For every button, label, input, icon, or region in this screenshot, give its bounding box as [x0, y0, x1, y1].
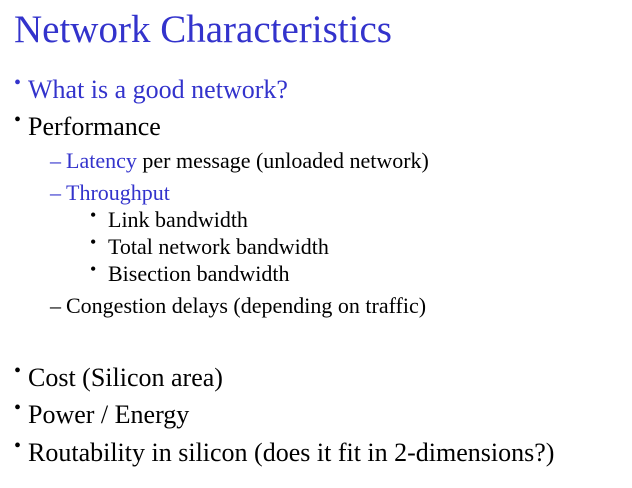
sub-item-text: Congestion delays (depending on traffic) [66, 293, 427, 318]
sub-sub-item-text: Total network bandwidth [108, 234, 329, 259]
bullet-text: What is a good network? [28, 75, 288, 104]
sub-sub-item-text: Link bandwidth [108, 207, 248, 232]
sub-sub-item-bisection-bandwidth: • Bisection bandwidth [90, 259, 290, 287]
sub-item-highlight: Latency [66, 148, 137, 173]
bullet-text: Cost (Silicon area) [28, 363, 223, 392]
bullet-text: Routability in silicon (does it fit in 2… [28, 438, 555, 467]
sub-sub-item-text: Bisection bandwidth [108, 261, 290, 286]
bullet-routability: • Routability in silicon (does it fit in … [14, 435, 555, 468]
bullet-icon: • [14, 360, 22, 382]
bullet-text: Performance [28, 112, 161, 141]
sub-item-text: Throughput [66, 180, 170, 205]
bullet-icon: • [90, 205, 97, 225]
bullet-icon: • [90, 259, 97, 279]
sub-sub-item-total-bandwidth: • Total network bandwidth [90, 232, 329, 260]
dash-icon: – [50, 180, 61, 205]
bullet-performance: • Performance [14, 109, 161, 142]
sub-item-text: per message (unloaded network) [136, 148, 429, 173]
sub-item-latency: – Latency per message (unloaded network) [50, 148, 429, 174]
bullet-power: • Power / Energy [14, 397, 190, 430]
bullet-icon: • [14, 72, 22, 94]
dash-icon: – [50, 293, 61, 318]
bullet-text: Power / Energy [28, 400, 190, 429]
dash-icon: – [50, 148, 61, 173]
sub-sub-item-link-bandwidth: • Link bandwidth [90, 205, 248, 233]
bullet-icon: • [90, 232, 97, 252]
bullet-icon: • [14, 109, 22, 131]
bullet-icon: • [14, 435, 22, 457]
sub-item-congestion: – Congestion delays (depending on traffic… [50, 293, 426, 319]
bullet-cost: • Cost (Silicon area) [14, 360, 223, 393]
bullet-good-network: • What is a good network? [14, 72, 288, 105]
sub-item-throughput: – Throughput [50, 180, 170, 206]
bullet-icon: • [14, 397, 22, 419]
slide-title: Network Characteristics [14, 8, 392, 51]
